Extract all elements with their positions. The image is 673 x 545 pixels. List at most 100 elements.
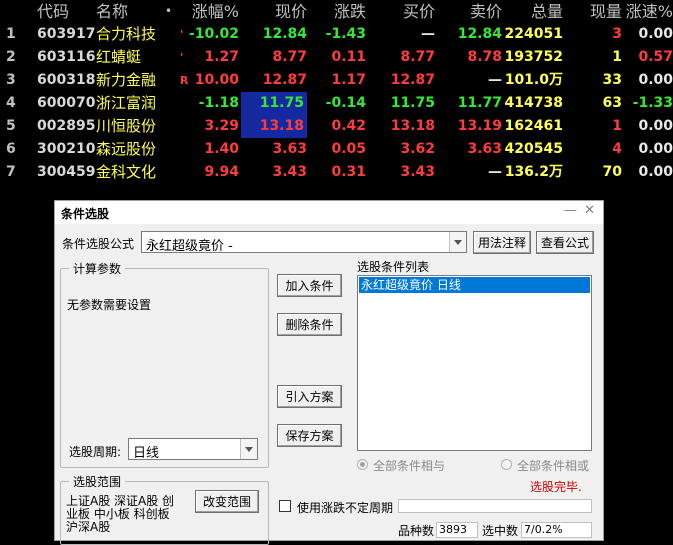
row-price: 3.63 [272,141,307,157]
period-label: 选股周期: [69,445,122,459]
period-field[interactable] [398,499,592,513]
header-price[interactable]: 现价 [275,0,307,23]
row-chg: 0.42 [331,118,366,134]
row-spd: 0.57 [638,49,673,65]
row-name: 川恒股份 [96,117,157,135]
row-mark: R [180,74,189,87]
row-name: 新力金融 [96,71,157,89]
header-vol[interactable]: 总量 [531,0,563,23]
header-code[interactable]: 代码 [37,0,69,23]
row-index: 7 [6,164,16,180]
row-pct: 3.29 [204,118,239,134]
row-name: 森远股份 [96,140,157,158]
dialog-titlebar[interactable]: 条件选股 — ✕ [55,201,603,224]
condition-list[interactable]: 永红超级竟价 日线 [357,275,592,451]
dialog-title: 条件选股 [61,207,110,221]
list-item[interactable]: 永红超级竟价 日线 [359,277,590,293]
radio-and[interactable] [357,459,368,470]
table-header: 代码 名称 • 涨幅% 现价 涨跌 买价 卖价 总量 现量 涨速% [0,0,673,23]
row-name: 浙江富润 [96,94,157,112]
row-name: 红蜻蜓 [96,48,142,66]
row-code: 600070 [37,95,96,111]
header-buy[interactable]: 买价 [403,0,435,23]
table-row[interactable]: 4 600070 浙江富润 -1.18 11.75 -0.14 11.75 11… [0,92,673,115]
chevron-down-icon[interactable] [449,232,466,252]
row-price: 13.18 [241,115,307,138]
range-group: 选股范围 上证A股 深证A股 创 业板 中小板 科创板 沪深A股 改变范围 [60,473,269,545]
table-row[interactable]: 2 603116 红蜻蜓 ' 1.27 8.77 0.11 8.77 8.78 … [0,46,673,69]
add-condition-button[interactable]: 加入条件 [277,274,342,297]
row-pct: -1.18 [198,95,239,111]
row-cur: 3 [612,26,622,42]
radio-and-label: 全部条件相与 [373,459,446,473]
row-pct: 1.40 [204,141,239,157]
delete-condition-button[interactable]: 删除条件 [277,313,342,336]
row-buy: 3.62 [400,141,435,157]
header-spd[interactable]: 涨速% [626,0,673,23]
params-text: 无参数需要设置 [67,298,152,312]
usage-notes-button[interactable]: 用法注释 [473,231,531,254]
stock-screener-dialog: 条件选股 — ✕ 条件选股公式 永红超级竟价 - 用法注释 查看公式 计算参数 … [54,200,604,545]
row-chg: -0.14 [325,95,366,111]
table-row[interactable]: 1 603917 合力科技 ' -10.02 12.84 -1.43 — 12.… [0,23,673,46]
header-pct[interactable]: 涨幅% [192,0,239,23]
row-price: 12.87 [262,72,307,88]
formula-value: 永红超级竟价 - [146,239,233,254]
period-value: 日线 [133,446,160,461]
row-chg: -1.43 [325,26,366,42]
close-icon[interactable]: ✕ [584,203,595,218]
row-vol: 224051 [504,26,563,42]
row-sell: — [488,164,502,180]
row-index: 4 [6,95,16,111]
use-period-label: 使用涨跌不定周期 [297,501,394,515]
row-vol: 420545 [504,141,563,157]
row-vol: 414738 [504,95,563,111]
row-pct: -10.02 [188,26,239,42]
row-sell: — [488,72,502,88]
row-buy: 8.77 [400,49,435,65]
row-code: 600318 [37,72,96,88]
formula-select[interactable]: 永红超级竟价 - [141,231,467,254]
row-cur: 1 [612,49,622,65]
row-buy: — [421,26,435,42]
view-formula-button[interactable]: 查看公式 [536,231,594,254]
header-cur[interactable]: 现量 [590,0,622,23]
row-cur: 70 [602,164,622,180]
header-sell[interactable]: 卖价 [470,0,502,23]
row-code: 603917 [37,26,96,42]
header-dot: • [165,4,173,18]
row-mark: ' [180,51,184,64]
formula-label: 条件选股公式 [62,237,135,251]
row-sell: 13.19 [457,118,502,134]
row-cur: 1 [612,118,622,134]
import-plan-button[interactable]: 引入方案 [277,385,342,408]
row-index: 1 [6,26,16,42]
row-index: 5 [6,118,16,134]
radio-or[interactable] [501,459,512,470]
table-row[interactable]: 6 300210 森远股份 1.40 3.63 0.05 3.62 3.63 4… [0,138,673,161]
header-name[interactable]: 名称 [96,0,128,23]
row-buy: 12.87 [390,72,435,88]
stock-table: 代码 名称 • 涨幅% 现价 涨跌 买价 卖价 总量 现量 涨速% 1 6039… [0,0,673,184]
row-spd: 0.00 [638,164,673,180]
row-chg: 0.31 [331,164,366,180]
row-price: 3.43 [272,164,307,180]
row-chg: 0.11 [331,49,366,65]
chevron-down-icon[interactable] [240,439,257,459]
table-row[interactable]: 7 300459 金科文化 9.94 3.43 0.31 3.43 — 136.… [0,161,673,184]
minimize-icon[interactable]: — [564,203,577,218]
table-row[interactable]: 5 002895 川恒股份 3.29 13.18 0.42 13.18 13.1… [0,115,673,138]
row-code: 002895 [37,118,96,134]
header-chg[interactable]: 涨跌 [334,0,366,23]
use-period-checkbox[interactable] [279,500,291,512]
row-cur: 63 [602,95,622,111]
row-spd: 0.00 [638,118,673,134]
row-cur: 33 [602,72,622,88]
period-select[interactable]: 日线 [128,438,258,461]
row-vol: 193752 [504,49,563,65]
change-range-button[interactable]: 改变范围 [195,490,259,513]
table-row[interactable]: 3 600318 新力金融 R 10.00 12.87 1.17 12.87 —… [0,69,673,92]
selected-value: 7/0.2% [521,522,592,538]
save-plan-button[interactable]: 保存方案 [277,424,342,447]
row-code: 300459 [37,164,96,180]
